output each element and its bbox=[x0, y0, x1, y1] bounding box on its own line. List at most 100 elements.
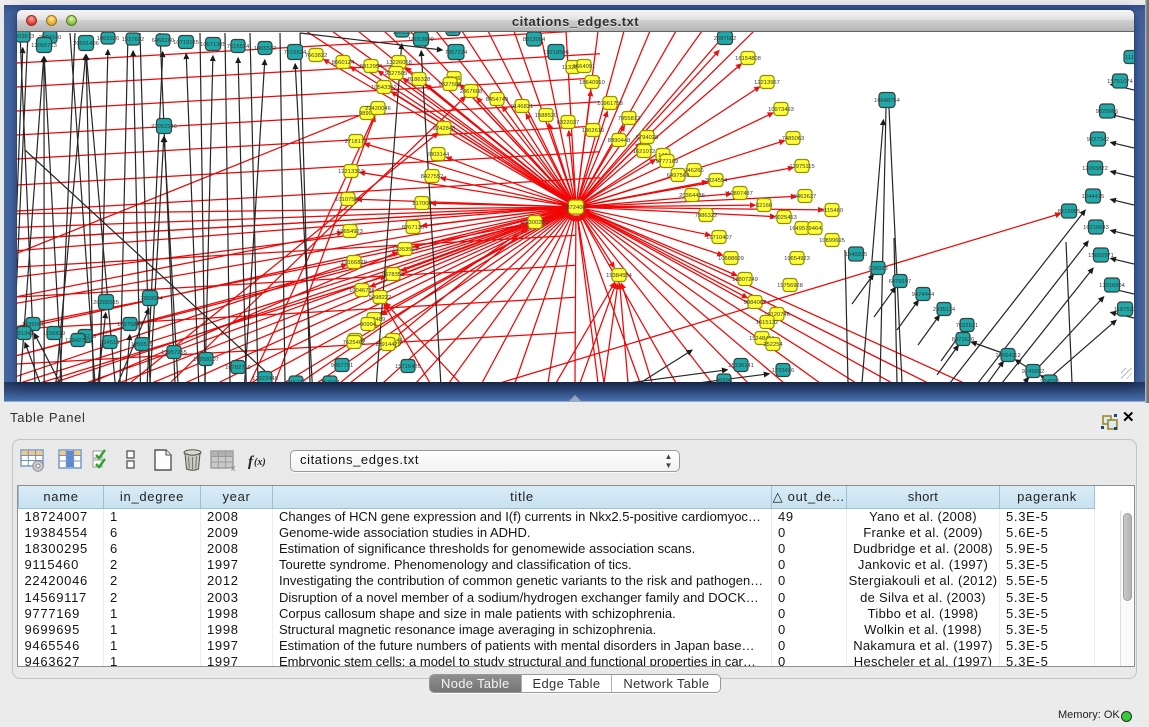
svg-text:12213363: 12213363 bbox=[338, 169, 364, 175]
svg-text:12093822: 12093822 bbox=[1082, 166, 1108, 172]
svg-text:8427552: 8427552 bbox=[421, 174, 444, 180]
svg-text:2935114: 2935114 bbox=[933, 307, 956, 313]
svg-text:19654923: 19654923 bbox=[784, 256, 810, 262]
svg-text:17016504: 17016504 bbox=[1099, 283, 1126, 289]
svg-text:12353594: 12353594 bbox=[392, 247, 419, 253]
svg-text:10543362: 10543362 bbox=[371, 85, 397, 91]
svg-text:9474444: 9474444 bbox=[912, 292, 935, 298]
svg-text:20364436: 20364436 bbox=[679, 193, 705, 199]
svg-text:7515524: 7515524 bbox=[227, 44, 250, 50]
svg-text:157164: 157164 bbox=[320, 380, 340, 382]
svg-text:20206535: 20206535 bbox=[93, 300, 119, 306]
svg-text:1615132: 1615132 bbox=[756, 320, 779, 326]
svg-text:1167533: 1167533 bbox=[1114, 307, 1134, 313]
svg-text:9245652: 9245652 bbox=[1022, 369, 1045, 375]
svg-text:160538: 160538 bbox=[392, 32, 411, 36]
svg-text:10807487: 10807487 bbox=[727, 191, 753, 197]
svg-text:1112: 1112 bbox=[1125, 55, 1134, 61]
svg-text:8813054: 8813054 bbox=[523, 37, 546, 43]
svg-text:10671385: 10671385 bbox=[200, 42, 226, 48]
svg-text:1733426: 1733426 bbox=[772, 368, 795, 374]
svg-text:1156829: 1156829 bbox=[43, 331, 65, 337]
svg-text:7515524: 7515524 bbox=[284, 50, 307, 56]
svg-text:7663822: 7663822 bbox=[305, 53, 328, 59]
svg-text:2803144: 2803144 bbox=[427, 152, 450, 158]
svg-text:5498222: 5498222 bbox=[369, 295, 392, 301]
svg-text:10025453: 10025453 bbox=[771, 215, 797, 221]
svg-text:15692971: 15692971 bbox=[1088, 253, 1114, 259]
svg-text:9242848: 9242848 bbox=[433, 126, 456, 132]
svg-text:(x): (x) bbox=[254, 457, 266, 468]
svg-text:16210643: 16210643 bbox=[1083, 225, 1109, 231]
svg-text:252254: 252254 bbox=[763, 342, 783, 348]
svg-text:9329966: 9329966 bbox=[1096, 109, 1119, 115]
svg-text:391341: 391341 bbox=[17, 331, 34, 337]
svg-text:18724007: 18724007 bbox=[563, 205, 589, 211]
svg-text:6497568: 6497568 bbox=[667, 173, 690, 179]
svg-text:9084067: 9084067 bbox=[744, 300, 767, 306]
svg-text:10961758: 10961758 bbox=[597, 101, 623, 107]
svg-text:9327508: 9327508 bbox=[439, 82, 462, 88]
svg-text:17359924: 17359924 bbox=[137, 296, 164, 302]
svg-text:90994: 90994 bbox=[360, 322, 377, 328]
svg-text:1362615: 1362615 bbox=[582, 128, 605, 134]
svg-text:10973493: 10973493 bbox=[768, 107, 794, 113]
svg-text:9327505: 9327505 bbox=[385, 71, 408, 77]
svg-text:1621072: 1621072 bbox=[633, 149, 656, 155]
svg-text:7357224: 7357224 bbox=[445, 50, 468, 56]
svg-text:73572: 73572 bbox=[445, 32, 461, 35]
svg-text:938923: 938923 bbox=[868, 266, 887, 272]
svg-text:10688609: 10688609 bbox=[718, 256, 744, 262]
svg-text:16053809: 16053809 bbox=[408, 37, 434, 43]
svg-text:1527602: 1527602 bbox=[122, 37, 145, 43]
svg-text:3824554: 3824554 bbox=[705, 178, 728, 184]
svg-text:12923448: 12923448 bbox=[252, 376, 278, 382]
svg-text:8215955: 8215955 bbox=[1058, 209, 1081, 215]
svg-text:8471626: 8471626 bbox=[952, 337, 975, 343]
svg-text:9457791: 9457791 bbox=[331, 363, 354, 369]
svg-text:9227342: 9227342 bbox=[1087, 137, 1110, 143]
svg-text:1065326: 1065326 bbox=[97, 36, 120, 42]
svg-text:1640935: 1640935 bbox=[845, 252, 868, 258]
svg-text:18640910: 18640910 bbox=[579, 80, 605, 86]
svg-text:8990448: 8990448 bbox=[608, 138, 631, 144]
svg-text:62160: 62160 bbox=[756, 203, 772, 209]
svg-text:19218506: 19218506 bbox=[543, 50, 569, 56]
svg-text:19384554: 19384554 bbox=[606, 273, 633, 279]
svg-text:924565: 924565 bbox=[1040, 379, 1059, 382]
svg-text:22053346: 22053346 bbox=[151, 124, 177, 130]
svg-text:8267130: 8267130 bbox=[402, 225, 425, 231]
svg-text:96996: 96996 bbox=[716, 378, 732, 382]
svg-text:12942757: 12942757 bbox=[65, 338, 91, 344]
svg-text:6322037: 6322037 bbox=[557, 120, 580, 126]
svg-text:x: x bbox=[231, 463, 236, 473]
svg-text:9146821: 9146821 bbox=[511, 104, 534, 110]
svg-text:22420046: 22420046 bbox=[365, 106, 391, 112]
svg-text:1250515: 1250515 bbox=[131, 342, 154, 348]
svg-text:7986322: 7986322 bbox=[695, 213, 718, 219]
svg-text:1244415: 1244415 bbox=[1082, 194, 1105, 200]
svg-text:2718170: 2718170 bbox=[345, 139, 368, 145]
svg-text:15136141: 15136141 bbox=[728, 363, 754, 369]
svg-text:13226058: 13226058 bbox=[386, 60, 412, 66]
svg-text:9464: 9464 bbox=[809, 226, 823, 232]
svg-text:16154808: 16154808 bbox=[735, 56, 761, 62]
svg-text:16914479: 16914479 bbox=[375, 342, 401, 348]
svg-text:15751074: 15751074 bbox=[1107, 79, 1134, 85]
svg-text:15716485: 15716485 bbox=[395, 364, 421, 370]
svg-text:6479197: 6479197 bbox=[889, 279, 912, 285]
svg-text:12975115: 12975115 bbox=[789, 164, 814, 170]
svg-text:19756928: 19756928 bbox=[777, 283, 803, 289]
svg-text:25300203: 25300203 bbox=[522, 220, 548, 226]
svg-text:1065532: 1065532 bbox=[254, 46, 277, 52]
svg-text:1588520: 1588520 bbox=[535, 113, 558, 119]
svg-text:10107552: 10107552 bbox=[335, 197, 361, 203]
svg-text:6466160: 6466160 bbox=[152, 38, 175, 44]
svg-text:817006: 817006 bbox=[412, 201, 431, 207]
svg-text:9777169: 9777169 bbox=[656, 159, 679, 165]
svg-text:19654923: 19654923 bbox=[337, 229, 363, 235]
svg-text:10046736: 10046736 bbox=[349, 288, 375, 294]
svg-text:16782759: 16782759 bbox=[225, 365, 251, 371]
svg-text:17957255: 17957255 bbox=[161, 350, 187, 356]
svg-text:10654112: 10654112 bbox=[995, 353, 1020, 359]
